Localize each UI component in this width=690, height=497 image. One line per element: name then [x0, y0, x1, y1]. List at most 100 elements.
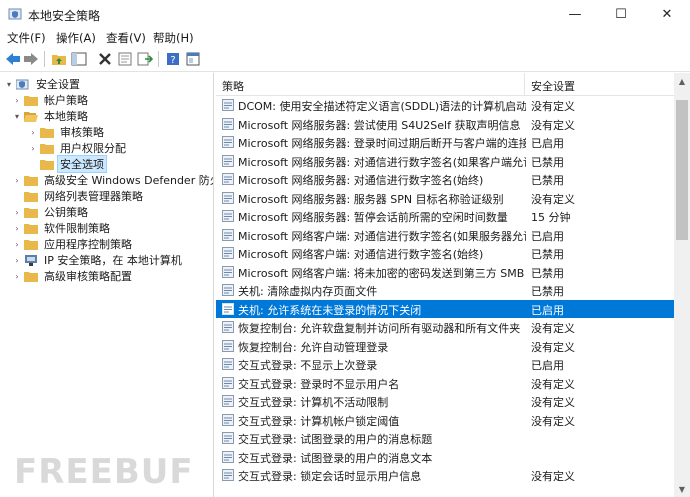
tree-item-ip-security[interactable]: › IP 安全策略，在 本地计算机: [12, 252, 184, 268]
expand-spacer: [28, 156, 38, 172]
policy-setting: 已启用: [531, 229, 564, 243]
show-hide-tree-icon[interactable]: [70, 50, 88, 68]
policy-name: Microsoft 网络服务器: 服务器 SPN 目标名称验证级别: [238, 192, 504, 206]
policy-setting: 没有定义: [531, 322, 575, 335]
tree-item-advanced-audit[interactable]: › 高级审核策略配置: [12, 268, 134, 284]
policy-row[interactable]: 关机: 允许系统在未登录的情况下关闭 已启用: [216, 299, 674, 318]
expand-arrow-icon[interactable]: ›: [12, 236, 22, 252]
policy-row[interactable]: Microsoft 网络客户端: 将未加密的密码发送到第三方 SMB ... 已禁…: [216, 263, 674, 281]
policy-name: 交互式登录: 锁定会话时显示用户信息: [238, 470, 422, 483]
tree-item-public-key[interactable]: › 公钥策略: [12, 204, 90, 220]
column-header-policy[interactable]: 策略: [222, 78, 244, 94]
expand-arrow-icon[interactable]: ›: [12, 92, 22, 108]
policy-row[interactable]: Microsoft 网络服务器: 对通信进行数字签名(始终) 已禁用: [216, 170, 674, 188]
watermark: FREEBUF: [14, 452, 194, 492]
export-list-icon[interactable]: [136, 50, 154, 68]
policy-setting: 已禁用: [531, 248, 564, 261]
policy-name: Microsoft 网络服务器: 暂停会话前所需的空闲时间数量: [238, 211, 508, 224]
policy-row[interactable]: 关机: 清除虚拟内存页面文件 已禁用: [216, 281, 674, 299]
policy-icon: [222, 247, 234, 259]
expand-arrow-icon[interactable]: ›: [12, 204, 22, 220]
policy-setting: 已禁用: [531, 174, 564, 187]
menu-action[interactable]: 操作(A): [56, 30, 96, 46]
policy-name: Microsoft 网络服务器: 尝试使用 S4U2Self 获取声明信息: [238, 118, 521, 132]
security-settings-icon: [16, 79, 29, 89]
policy-row[interactable]: Microsoft 网络服务器: 对通信进行数字签名(如果客户端允许) 已禁用: [216, 152, 674, 170]
policy-setting: 没有定义: [531, 396, 575, 409]
menu-view[interactable]: 查看(V): [106, 30, 146, 46]
tree-item-audit-policy[interactable]: › 审核策略: [28, 124, 106, 140]
help-icon[interactable]: ?: [164, 50, 182, 68]
policy-row[interactable]: 交互式登录: 锁定会话时显示用户信息 没有定义: [216, 466, 674, 484]
policy-setting: 没有定义: [531, 470, 575, 483]
policy-row[interactable]: 交互式登录: 试图登录的用户的消息文本: [216, 448, 674, 466]
forward-arrow-icon[interactable]: [22, 50, 40, 68]
delete-icon[interactable]: [96, 50, 114, 68]
scroll-up-arrow-icon[interactable]: ▲: [674, 73, 690, 89]
minimize-button[interactable]: —: [552, 0, 598, 28]
tree-item-network-list[interactable]: 网络列表管理器策略: [12, 188, 145, 204]
toolbar: ?: [0, 47, 690, 72]
console-icon[interactable]: [184, 50, 202, 68]
close-button[interactable]: ✕: [644, 0, 690, 28]
folder-icon: [40, 127, 54, 138]
policy-setting: 已启用: [531, 303, 564, 317]
scrollbar-thumb[interactable]: [676, 100, 688, 240]
folder-icon: [24, 191, 38, 202]
window-title: 本地安全策略: [28, 9, 101, 23]
expand-arrow-icon[interactable]: ▾: [12, 108, 22, 124]
maximize-button[interactable]: ☐: [598, 0, 644, 28]
policy-name: 交互式登录: 登录时不显示用户名: [238, 377, 400, 391]
policy-row[interactable]: 交互式登录: 计算机不活动限制 没有定义: [216, 392, 674, 410]
tree-item-software-restriction[interactable]: › 软件限制策略: [12, 220, 112, 236]
tree-item-defender-firewall[interactable]: › 高级安全 Windows Defender 防火墙: [12, 172, 213, 188]
policy-row[interactable]: DCOM: 使用安全描述符定义语言(SDDL)语法的计算机启动... 没有定义: [216, 96, 674, 114]
policy-row[interactable]: Microsoft 网络服务器: 服务器 SPN 目标名称验证级别 没有定义: [216, 189, 674, 207]
expand-arrow-icon[interactable]: ›: [12, 220, 22, 236]
policy-row[interactable]: 交互式登录: 登录时不显示用户名 没有定义: [216, 374, 674, 392]
policy-row[interactable]: 恢复控制台: 允许自动管理登录 没有定义: [216, 337, 674, 355]
policy-setting: 没有定义: [531, 377, 575, 391]
back-arrow-icon[interactable]: [4, 50, 22, 68]
vertical-scrollbar[interactable]: ▲ ▼: [674, 73, 690, 497]
policy-row[interactable]: 交互式登录: 试图登录的用户的消息标题: [216, 429, 674, 447]
tree-item-app-control[interactable]: › 应用程序控制策略: [12, 236, 134, 252]
expand-arrow-icon[interactable]: ›: [28, 140, 38, 156]
ip-security-icon: [25, 254, 37, 266]
scroll-down-arrow-icon[interactable]: ▼: [674, 481, 690, 497]
policy-row[interactable]: 交互式登录: 计算机帐户锁定阈值 没有定义: [216, 411, 674, 429]
policy-icon: [222, 376, 234, 389]
policy-row[interactable]: Microsoft 网络服务器: 暂停会话前所需的空闲时间数量 15 分钟: [216, 207, 674, 225]
expand-arrow-icon[interactable]: ›: [12, 252, 22, 268]
up-folder-icon[interactable]: [50, 50, 68, 68]
expand-arrow-icon[interactable]: ›: [12, 172, 22, 188]
policy-row[interactable]: Microsoft 网络客户端: 对通信进行数字签名(如果服务器允许) 已启用: [216, 226, 674, 244]
policy-name: 交互式登录: 计算机帐户锁定阈值: [238, 414, 400, 428]
menu-help[interactable]: 帮助(H): [153, 30, 194, 46]
expand-arrow-icon[interactable]: ›: [28, 124, 38, 140]
column-header-setting[interactable]: 安全设置: [531, 78, 575, 94]
expand-arrow-icon[interactable]: ▾: [4, 76, 14, 92]
properties-icon[interactable]: [116, 50, 134, 68]
policy-setting: 没有定义: [531, 192, 575, 206]
tree-label: 帐户策略: [44, 94, 88, 107]
tree-item-security-options[interactable]: 安全选项: [28, 155, 107, 173]
tree-item-account-policies[interactable]: › 帐户策略: [12, 92, 90, 108]
policy-row[interactable]: Microsoft 网络客户端: 对通信进行数字签名(始终) 已禁用: [216, 244, 674, 262]
policy-setting: 没有定义: [531, 340, 575, 354]
tree-item-security-settings[interactable]: ▾ 安全设置: [4, 76, 82, 92]
tree-item-user-rights[interactable]: › 用户权限分配: [28, 140, 128, 156]
policy-setting: 没有定义: [531, 414, 575, 428]
policy-row[interactable]: Microsoft 网络服务器: 登录时间过期后断开与客户端的连接 已启用: [216, 133, 674, 151]
policy-row[interactable]: 交互式登录: 不显示上次登录 已启用: [216, 355, 674, 373]
policy-row[interactable]: Microsoft 网络服务器: 尝试使用 S4U2Self 获取声明信息 没有定…: [216, 115, 674, 133]
policy-icon: [222, 339, 234, 352]
tree-item-local-policies[interactable]: ▾ 本地策略: [12, 108, 90, 124]
policy-row[interactable]: 恢复控制台: 允许软盘复制并访问所有驱动器和所有文件夹 没有定义: [216, 318, 674, 336]
policy-icon: [222, 136, 234, 148]
policy-icon: [222, 358, 234, 370]
policy-setting: 已启用: [531, 137, 564, 150]
expand-arrow-icon[interactable]: ›: [12, 268, 22, 284]
menu-file[interactable]: 文件(F): [7, 30, 46, 46]
policy-icon: [222, 450, 234, 463]
